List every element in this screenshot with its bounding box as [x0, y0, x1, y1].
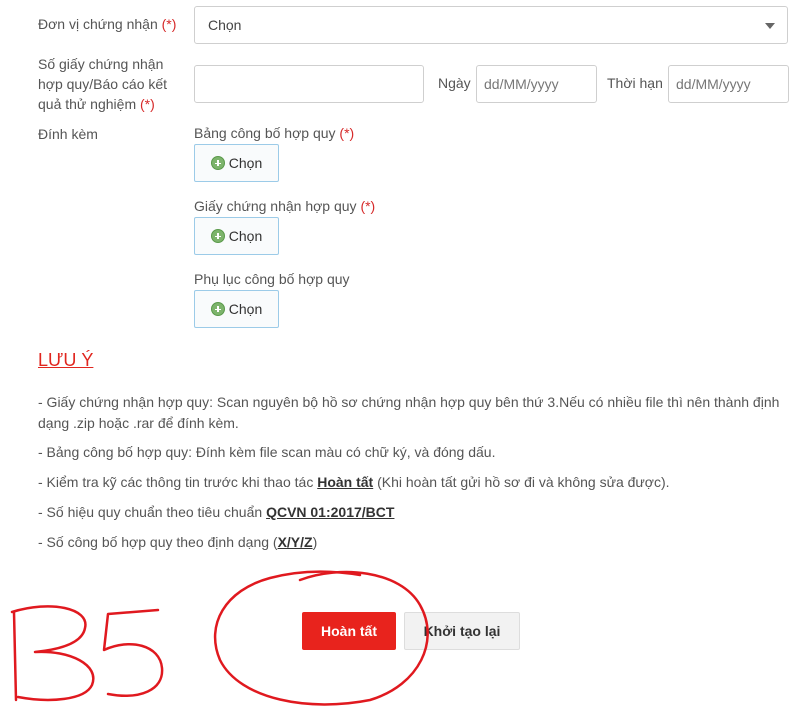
note-bold: QCVN 01:2017/BCT [266, 504, 395, 520]
handwritten-b5-text [10, 605, 164, 702]
note-item: - Số hiệu quy chuẩn theo tiêu chuẩn QCVN… [38, 504, 395, 520]
note-item: - Kiểm tra kỹ các thông tin trước khi th… [38, 474, 670, 490]
attach-label: Đính kèm [38, 126, 98, 142]
unit-label: Đơn vị chứng nhận (*) [38, 16, 177, 32]
note-bold: Hoàn tất [317, 474, 374, 490]
notes-title: LƯU Ý [38, 350, 94, 370]
expiry-input[interactable]: dd/MM/yyyy [668, 65, 789, 103]
attachment-label-declaration: Bảng công bố hợp quy (*) [194, 125, 355, 141]
choose-declaration-button[interactable]: Chọn [194, 144, 279, 182]
reset-button[interactable]: Khởi tạo lại [404, 612, 520, 650]
unit-select-value: Chọn [208, 17, 242, 33]
choose-certificate-button[interactable]: Chọn [194, 217, 279, 255]
chevron-down-icon [765, 23, 775, 29]
add-circle-icon [210, 156, 225, 170]
attachment-label-appendix: Phụ lục công bố hợp quy [194, 271, 350, 287]
expiry-label: Thời hạn [607, 75, 663, 91]
cert-number-label: Số giấy chứng nhận hợp quy/Báo cáo kết q… [38, 56, 168, 112]
choose-appendix-button[interactable]: Chọn [194, 290, 279, 328]
cert-number-input[interactable] [194, 65, 424, 103]
note-item: - Giấy chứng nhận hợp quy: Scan nguyên b… [38, 394, 780, 431]
date-input[interactable]: dd/MM/yyyy [476, 65, 597, 103]
note-bold: X/Y/Z [277, 534, 313, 550]
note-item: - Bảng công bố hợp quy: Đính kèm file sc… [38, 444, 496, 460]
complete-button[interactable]: Hoàn tất [302, 612, 396, 650]
add-circle-icon [210, 302, 225, 316]
attachment-label-certificate: Giấy chứng nhận hợp quy (*) [194, 198, 376, 214]
note-item: - Số công bố hợp quy theo định dạng (X/Y… [38, 534, 318, 550]
unit-select[interactable]: Chọn [194, 6, 788, 44]
add-circle-icon [210, 229, 225, 243]
date-label: Ngày [438, 75, 471, 91]
